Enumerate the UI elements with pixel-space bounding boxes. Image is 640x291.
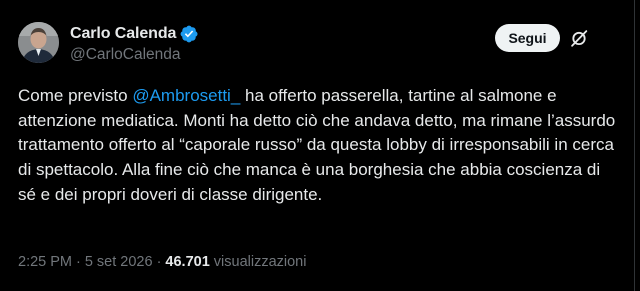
author-display-name[interactable]: Carlo Calenda [70, 25, 176, 43]
tweet-text: Come previsto @Ambrosetti_ ha offerto pa… [18, 84, 618, 208]
views-count: 46.701 [165, 254, 210, 270]
meta-separator-2: · [156, 254, 162, 270]
tweet-text-start: Come previsto [18, 86, 133, 105]
tweet-date[interactable]: 5 set 2026 [85, 254, 153, 270]
verified-badge-icon [180, 25, 198, 43]
author-name-row[interactable]: Carlo Calenda [70, 24, 198, 44]
tweet-meta: 2:25 PM · 5 set 2026 · 46.701 visualizza… [18, 254, 306, 270]
views-label: visualizzazioni [213, 254, 307, 270]
mention-link[interactable]: @Ambrosetti_ [132, 86, 240, 105]
follow-button[interactable]: Segui [495, 24, 560, 52]
tweet-card: Carlo Calenda @CarloCalenda Segui Come p… [0, 0, 635, 291]
meta-separator: · [76, 254, 81, 270]
slashed-circle-icon[interactable] [568, 27, 590, 49]
avatar[interactable] [18, 22, 59, 63]
tweet-time[interactable]: 2:25 PM [18, 254, 72, 270]
author-handle[interactable]: @CarloCalenda [70, 46, 181, 64]
avatar-image [18, 22, 59, 63]
